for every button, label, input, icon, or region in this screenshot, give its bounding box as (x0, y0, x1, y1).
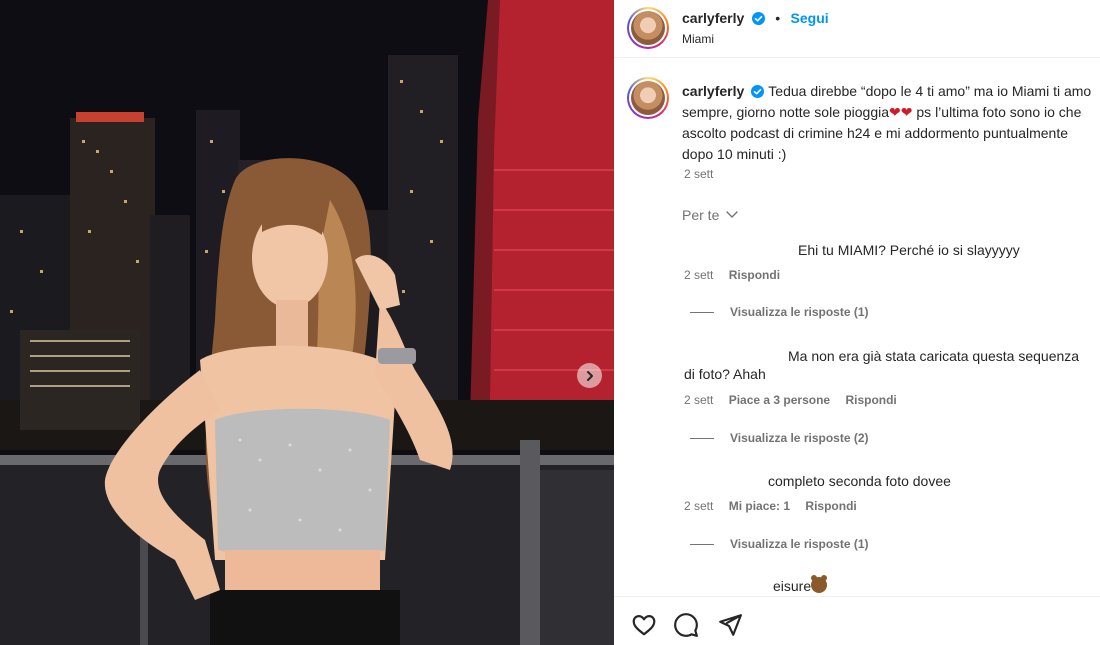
post-side-panel: carlyferly • Segui Miami carlyferly Tedu… (614, 0, 1100, 645)
heart-outline-icon[interactable] (631, 612, 657, 638)
comment-likes[interactable]: Mi piace: 1 (729, 499, 790, 513)
separator-dot: • (775, 10, 781, 26)
verified-badge-icon (751, 85, 765, 98)
view-replies-button[interactable]: Visualizza le risposte (2) (690, 431, 869, 445)
chevron-right-icon (586, 370, 593, 381)
comment-text: completo seconda foto dovee (768, 473, 951, 489)
carousel-next-button[interactable] (577, 363, 602, 388)
city-night-image (0, 0, 614, 645)
paper-plane-icon[interactable] (717, 612, 743, 638)
post-photo[interactable] (0, 0, 614, 645)
view-replies-label: Visualizza le risposte (1) (730, 537, 869, 551)
reply-button[interactable]: Rispondi (729, 268, 780, 282)
view-replies-label: Visualizza le risposte (1) (730, 305, 869, 319)
comment-bubble-icon[interactable] (673, 612, 699, 638)
author-username[interactable]: carlyferly (682, 10, 744, 26)
replies-divider-line (690, 544, 714, 546)
replies-divider-line (690, 438, 714, 440)
post-caption: carlyferly Tedua direbbe “dopo le 4 ti a… (682, 81, 1092, 165)
comment-time: 2 sett (684, 499, 714, 513)
comment-sort-dropdown[interactable]: Per te (682, 207, 738, 223)
post-actions-bar (614, 596, 1100, 645)
post-header: carlyferly • Segui Miami (614, 0, 1100, 58)
reply-button[interactable]: Rispondi (845, 393, 896, 407)
reply-button[interactable]: Rispondi (805, 499, 856, 513)
heart-emoji-icon: ❤❤ (889, 104, 913, 120)
comment-time: 2 sett (684, 393, 714, 407)
view-replies-label: Visualizza le risposte (2) (730, 431, 869, 445)
author-avatar[interactable] (627, 7, 669, 49)
comment-sort-label: Per te (682, 207, 720, 223)
caption-username[interactable]: carlyferly (682, 83, 744, 99)
comment-text-body: eisure (773, 578, 812, 594)
comment-meta: 2 sett Rispondi (684, 268, 792, 282)
bear-emoji-icon (811, 575, 828, 593)
view-replies-button[interactable]: Visualizza le risposte (1) (690, 305, 869, 319)
comment-text: eisure (773, 575, 828, 595)
comment-meta: 2 sett Mi piace: 1 Rispondi (684, 499, 869, 513)
caption-avatar[interactable] (627, 77, 669, 119)
chevron-down-icon (726, 211, 738, 218)
verified-badge-icon (751, 12, 765, 25)
comment-meta: 2 sett Piace a 3 persone Rispondi (684, 393, 909, 407)
comment-likes[interactable]: Piace a 3 persone (729, 393, 830, 407)
caption-time: 2 sett (684, 167, 714, 181)
comment-time: 2 sett (684, 268, 714, 282)
view-replies-button[interactable]: Visualizza le risposte (1) (690, 537, 869, 551)
comment-text: Ehi tu MIAMI? Perché io si slayyyyy (798, 242, 1020, 258)
follow-button[interactable]: Segui (791, 10, 829, 26)
replies-divider-line (690, 312, 714, 314)
post-location[interactable]: Miami (682, 32, 714, 46)
comment-text: Ma non era già stata caricata questa seq… (684, 348, 1080, 382)
